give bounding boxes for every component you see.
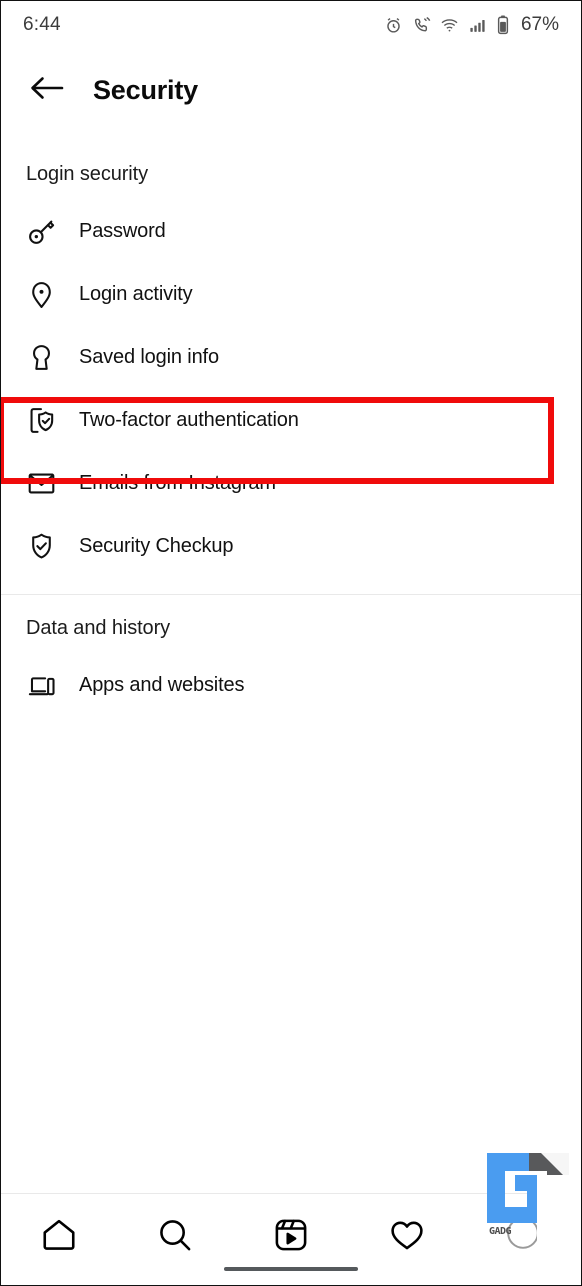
- back-arrow-icon: [30, 73, 64, 108]
- search-icon: [156, 1216, 194, 1254]
- row-two-factor-authentication[interactable]: Two-factor authentication: [1, 389, 581, 452]
- laptop-phone-icon: [26, 671, 56, 701]
- row-emails-from-instagram[interactable]: Emails from Instagram: [1, 452, 581, 515]
- key-icon: [26, 217, 56, 247]
- section-header-login-security: Login security: [26, 163, 148, 185]
- nav-search[interactable]: [117, 1216, 233, 1254]
- watermark-crop-mask: [537, 1175, 581, 1285]
- row-label: Emails from Instagram: [79, 472, 276, 494]
- app-header: Security: [1, 59, 581, 121]
- nav-activity[interactable]: [349, 1216, 465, 1254]
- home-icon: [40, 1216, 78, 1254]
- status-icons: 67%: [384, 14, 559, 36]
- section-header-data-and-history: Data and history: [26, 617, 171, 639]
- status-bar: 6:44 67%: [1, 1, 581, 49]
- location-pin-icon: [26, 280, 56, 310]
- row-label: Security Checkup: [79, 535, 234, 557]
- row-label: Saved login info: [79, 346, 219, 368]
- reels-icon: [272, 1216, 310, 1254]
- keyhole-icon: [26, 343, 56, 373]
- bottom-navigation: [1, 1193, 581, 1285]
- settings-list: Login security Password Login activity S…: [1, 141, 581, 1189]
- home-indicator: [224, 1267, 358, 1271]
- row-label: Apps and websites: [79, 674, 245, 696]
- page-title: Security: [93, 74, 198, 105]
- wifi-icon: [440, 16, 459, 35]
- battery-percent: 67%: [520, 14, 559, 35]
- status-time: 6:44: [23, 14, 61, 35]
- nav-home[interactable]: [1, 1216, 117, 1254]
- phone-screen: 6:44 67% Security Login security Passwor…: [0, 0, 582, 1286]
- shield-check-icon: [26, 532, 56, 562]
- nav-reels[interactable]: [233, 1216, 349, 1254]
- row-label: Password: [79, 220, 166, 242]
- phone-shield-check-icon: [26, 406, 56, 436]
- call-vibrate-icon: [412, 16, 431, 35]
- heart-icon: [388, 1216, 426, 1254]
- row-apps-and-websites[interactable]: Apps and websites: [1, 654, 581, 717]
- alarm-icon: [384, 16, 403, 35]
- back-button[interactable]: [19, 73, 75, 108]
- envelope-icon: [26, 469, 56, 499]
- row-label: Two-factor authentication: [79, 409, 299, 431]
- battery-icon: [496, 15, 510, 35]
- watermark-text: GADG: [489, 1226, 512, 1237]
- row-login-activity[interactable]: Login activity: [1, 263, 581, 326]
- signal-bars-icon: [468, 16, 487, 35]
- row-security-checkup[interactable]: Security Checkup: [1, 515, 581, 578]
- row-label: Login activity: [79, 283, 193, 305]
- row-password[interactable]: Password: [1, 200, 581, 263]
- row-saved-login-info[interactable]: Saved login info: [1, 326, 581, 389]
